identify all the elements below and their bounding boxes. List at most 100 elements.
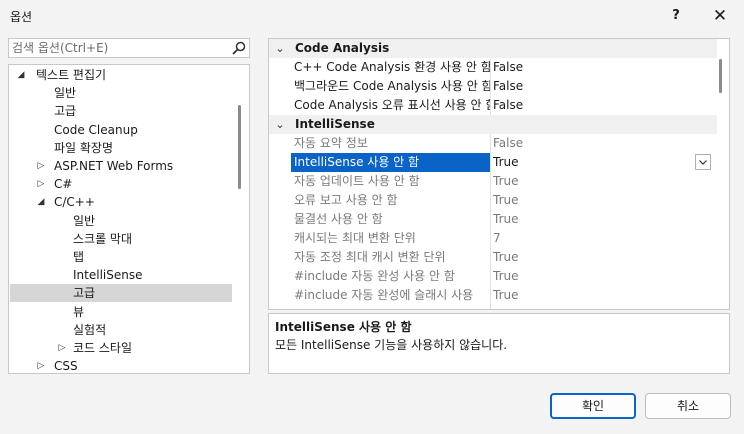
tree-item-label: 코드 스타일 — [73, 341, 133, 355]
property-name[interactable]: 백그라운드 Code Analysis 사용 안 함 — [291, 77, 490, 96]
grid-scrollbar[interactable] — [719, 59, 722, 93]
tree-item[interactable]: Code Cleanup — [10, 121, 232, 139]
property-name[interactable]: 오류 보고 사용 안 함 — [291, 191, 490, 210]
tree-item[interactable]: 실험적 — [10, 321, 232, 339]
help-button[interactable]: ? — [662, 3, 690, 29]
property-name[interactable]: 자동 요약 정보 — [291, 134, 490, 153]
property-row[interactable]: C++ Code Analysis 환경 사용 안 함 False — [269, 58, 717, 77]
search-input[interactable] — [12, 39, 227, 57]
property-value[interactable]: True — [493, 267, 717, 286]
chevron-down-icon — [699, 160, 707, 165]
tree-item[interactable]: 스크롤 막대 — [10, 230, 232, 248]
property-name[interactable]: 자동 조정 최대 캐시 변환 단위 — [291, 248, 490, 267]
expanded-arrow-icon[interactable]: ◢ — [16, 66, 26, 84]
tree-item[interactable]: ▷ 코드 스타일 — [10, 339, 232, 357]
tree-item[interactable]: ◢ C/C++ — [10, 193, 232, 211]
collapsed-arrow-icon[interactable]: ▷ — [36, 357, 46, 373]
property-name[interactable]: 물결선 사용 안 함 — [291, 210, 490, 229]
property-row[interactable]: #include 자동 완성에 슬래시 사용 True — [269, 286, 717, 305]
tree-item-label: 일반 — [73, 213, 96, 228]
property-name[interactable]: #include 자동 완성 사용 안 함 — [291, 267, 490, 286]
tree-item[interactable]: ▷ ASP.NET Web Forms — [10, 157, 232, 175]
property-name[interactable]: Code Analysis 오류 표시선 사용 안 함 — [291, 96, 490, 115]
title-bar: 옵션 ? ✕ — [0, 0, 744, 32]
options-tree[interactable]: ◢ 텍스트 편집기 일반 고급 Code Cleanup 파일 확장명 ▷ ASP.NET W… — [8, 64, 250, 374]
property-grid[interactable]: ⌄ Code Analysis C++ Code Analysis 환경 사용 안 … — [268, 38, 730, 310]
tree-scrollbar[interactable] — [238, 105, 241, 189]
property-value[interactable]: True — [493, 210, 717, 229]
tree-item-label: 텍스트 편집기 — [36, 68, 107, 82]
tree-item-label: 고급 — [73, 286, 96, 301]
property-name[interactable]: IntelliSense 사용 안 함 — [291, 153, 490, 172]
tree-item[interactable]: 고급 — [10, 284, 232, 303]
close-button[interactable]: ✕ — [706, 3, 734, 29]
category-row[interactable]: ⌄ Code Analysis — [269, 39, 717, 58]
tree-item-label: CSS — [54, 359, 78, 374]
property-row[interactable]: IntelliSense 사용 안 함 True — [269, 153, 717, 172]
property-name[interactable]: C++ Code Analysis 환경 사용 안 함 — [291, 58, 490, 77]
description-text: 모든 IntelliSense 기능을 사용하지 않습니다. — [275, 338, 508, 352]
property-value[interactable]: False — [493, 58, 717, 77]
search-box[interactable] — [8, 38, 250, 58]
property-row[interactable]: 캐시되는 최대 변환 단위 7 — [269, 229, 717, 248]
dropdown-button[interactable] — [695, 154, 711, 170]
tree-item[interactable]: 고급 — [10, 102, 232, 120]
description-title: IntelliSense 사용 안 함 — [275, 320, 412, 334]
property-row[interactable]: 오류 보고 사용 안 함 True — [269, 191, 717, 210]
collapse-chevron-icon[interactable]: ⌄ — [274, 115, 286, 134]
tree-item-label: 스크롤 막대 — [73, 231, 133, 246]
tree-item-label: ASP.NET Web Forms — [54, 159, 174, 173]
tree-item-label: 일반 — [54, 86, 77, 101]
property-value[interactable]: True — [493, 248, 717, 267]
property-name[interactable]: 캐시되는 최대 변환 단위 — [291, 229, 490, 248]
tree-item-label: C# — [54, 177, 73, 192]
property-value[interactable]: False — [493, 96, 717, 115]
category-row[interactable]: ⌄ IntelliSense — [269, 115, 717, 134]
property-value[interactable]: 7 — [493, 229, 717, 248]
tree-item-label: 고급 — [54, 104, 77, 119]
tree-item[interactable]: ▷ C# — [10, 175, 232, 193]
tree-item-label: C/C++ — [54, 195, 95, 210]
description-panel: IntelliSense 사용 안 함 모든 IntelliSense 기능을 … — [268, 313, 730, 374]
category-label: IntelliSense — [295, 117, 375, 131]
property-row[interactable]: #include 자동 완성 사용 안 함 True — [269, 267, 717, 286]
property-value[interactable]: True — [493, 172, 717, 191]
property-value[interactable]: True — [493, 153, 717, 172]
property-row[interactable]: 자동 요약 정보 False — [269, 134, 717, 153]
category-label: Code Analysis — [295, 41, 390, 55]
property-value[interactable]: True — [493, 191, 717, 210]
tree-item-label: 파일 확장명 — [54, 140, 114, 155]
property-row[interactable]: 백그라운드 Code Analysis 사용 안 함 False — [269, 77, 717, 96]
property-value[interactable]: False — [493, 134, 717, 153]
tree-item-label: IntelliSense — [73, 268, 143, 283]
tree-item[interactable]: 탭 — [10, 248, 232, 266]
tree-item[interactable]: 뷰 — [10, 303, 232, 321]
tree-item-label: 뷰 — [73, 304, 85, 319]
window-title: 옵션 — [10, 10, 33, 24]
tree-item[interactable]: 일반 — [10, 84, 232, 102]
property-row[interactable]: Code Analysis 오류 표시선 사용 안 함 False — [269, 96, 717, 115]
tree-item[interactable]: IntelliSense — [10, 266, 232, 284]
collapse-chevron-icon[interactable]: ⌄ — [274, 39, 286, 58]
tree-item[interactable]: 일반 — [10, 212, 232, 230]
tree-item-label: Code Cleanup — [54, 122, 138, 137]
tree-item-label: 실험적 — [73, 322, 107, 337]
property-value[interactable]: True — [493, 286, 717, 305]
collapsed-arrow-icon[interactable]: ▷ — [57, 339, 67, 357]
collapsed-arrow-icon[interactable]: ▷ — [36, 175, 46, 193]
property-row[interactable]: 물결선 사용 안 함 True — [269, 210, 717, 229]
cancel-button[interactable]: 취소 — [645, 393, 731, 419]
property-name[interactable]: #include 자동 완성에 슬래시 사용 — [291, 286, 490, 305]
property-row[interactable]: 자동 업데이트 사용 안 함 True — [269, 172, 717, 191]
property-name[interactable]: 자동 업데이트 사용 안 함 — [291, 172, 490, 191]
collapsed-arrow-icon[interactable]: ▷ — [36, 157, 46, 175]
tree-item[interactable]: 파일 확장명 — [10, 139, 232, 157]
tree-item[interactable]: ◢ 텍스트 편집기 — [10, 66, 232, 84]
expanded-arrow-icon[interactable]: ◢ — [36, 193, 46, 211]
property-value[interactable]: False — [493, 77, 717, 96]
ok-button[interactable]: 확인 — [550, 393, 636, 419]
tree-item[interactable]: ▷ CSS — [10, 357, 232, 374]
tree-item-label: 탭 — [73, 250, 85, 264]
property-row[interactable]: 자동 조정 최대 캐시 변환 단위 True — [269, 248, 717, 267]
search-icon[interactable] — [232, 41, 246, 55]
